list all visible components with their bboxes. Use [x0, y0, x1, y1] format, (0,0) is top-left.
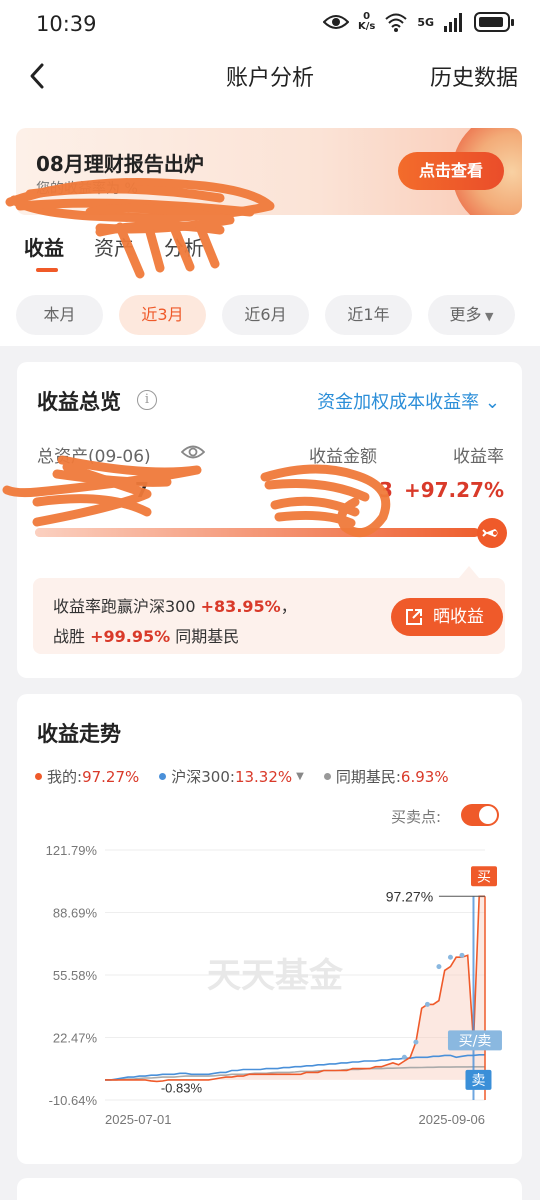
profit-rate-value: +97.27%: [403, 478, 504, 502]
chevron-down-icon: ▼: [481, 310, 494, 323]
compare-index-value: +83.95%: [200, 597, 281, 616]
trade-point: [401, 1054, 407, 1060]
period-3-months[interactable]: 近3月: [119, 295, 206, 335]
buy-marker: 买: [477, 869, 491, 885]
legend-mine-value: 97.27%: [82, 767, 140, 786]
status-time: 10:39: [36, 12, 97, 36]
trade-point: [424, 1001, 430, 1007]
y-tick-label: 88.69%: [53, 906, 98, 921]
rocket-icon: [477, 518, 507, 548]
buy-sell-toggle[interactable]: [461, 804, 499, 826]
legend-hs300[interactable]: 沪深300: 13.32% ▼: [159, 766, 304, 787]
legend-mine: 我的: 97.27%: [35, 766, 139, 787]
next-section-card: [17, 1178, 522, 1200]
max-annotation-label: 97.27%: [386, 888, 433, 904]
y-tick-label: 55.58%: [53, 968, 98, 983]
buy-sell-marker: 买/卖: [459, 1033, 492, 1049]
y-tick-label: 121.79%: [46, 843, 98, 858]
period-6-months[interactable]: 近6月: [222, 295, 309, 335]
netspeed-indicator: 0 K/s: [357, 11, 376, 32]
period-more-label: 更多: [449, 305, 482, 324]
legend-dot: [323, 773, 331, 780]
overview-card: 收益总览 i 资金加权成本收益率 ⌄ 总资产(09-06) 收益金额 收益率 7…: [2, 362, 522, 678]
compare-investors-text: 战胜 +99.95% 同期基民: [53, 627, 240, 646]
progress-fill: [35, 528, 480, 537]
overview-title: 收益总览: [37, 390, 121, 414]
tab-analysis[interactable]: 分析: [164, 232, 204, 272]
chevron-down-icon: ▼: [296, 771, 304, 782]
legend-peers: 同期基民: 6.93%: [323, 766, 449, 787]
min-annotation-label: -0.83%: [161, 1080, 203, 1095]
signal-icon: [444, 13, 462, 32]
share-profit-label: 晒收益: [433, 607, 484, 627]
toggle-knob: [479, 806, 497, 824]
x-tick-label: 2025-07-01: [105, 1112, 172, 1127]
redaction-scribble: [260, 464, 391, 538]
trend-card: 收益走势 我的: 97.27% 沪深300: 13.32% ▼ 同期基民: 6.93% …: [17, 694, 522, 1164]
tab-assets[interactable]: 资产: [94, 232, 134, 272]
share-profit-button[interactable]: 晒收益: [391, 598, 503, 636]
eye-status-icon: [322, 15, 349, 29]
x-tick-label: 2025-09-06: [419, 1112, 486, 1127]
battery-icon: [474, 12, 514, 32]
top-area: 08月理财报告出炉 您的收益率为 % 点击查看 收益 资产 分析 本月 近3月 …: [0, 102, 540, 346]
metric-selector[interactable]: 资金加权成本收益率 ⌄: [317, 388, 500, 414]
profit-amount-label: 收益金额: [309, 447, 377, 467]
period-more[interactable]: 更多 ▼: [428, 295, 515, 335]
compare-box: 收益率跑赢沪深300 +83.95%， 战胜 +99.95% 同期基民 晒收益: [33, 566, 505, 654]
trade-point: [447, 954, 453, 960]
tab-profit[interactable]: 收益: [24, 232, 64, 272]
history-data-link[interactable]: 历史数据: [430, 60, 518, 92]
trade-point: [413, 1039, 419, 1045]
y-tick-label: -10.64%: [49, 1093, 98, 1108]
tab-bar: 收益 资产 分析: [24, 232, 204, 272]
metric-selector-label: 资金加权成本收益率: [317, 392, 480, 413]
profit-rate-label: 收益率: [453, 447, 504, 467]
total-assets-label: 总资产(09-06): [37, 447, 151, 467]
banner-title: 08月理财报告出炉: [36, 152, 204, 176]
info-icon[interactable]: i: [137, 390, 157, 410]
chart-legend: 我的: 97.27% 沪深300: 13.32% ▼ 同期基民: 6.93%: [35, 766, 469, 787]
trend-chart[interactable]: 121.79% 88.69% 55.58% 22.47% -10.64% 2025-07-…: [17, 834, 522, 1134]
buy-sell-points-label: 买卖点:: [391, 808, 442, 826]
watermark: 天天基金: [207, 956, 344, 996]
banner-subtitle: 您的收益率为 %: [36, 181, 138, 197]
period-1-year[interactable]: 近1年: [325, 295, 412, 335]
chevron-down-icon: ⌄: [484, 392, 500, 413]
compare-investors-value: +99.95%: [90, 627, 171, 646]
sell-marker: 卖: [471, 1073, 485, 1089]
share-icon: [406, 609, 422, 625]
profit-progress-bar: [35, 528, 493, 537]
legend-dot: [159, 773, 167, 780]
eye-icon[interactable]: [181, 443, 205, 461]
report-banner[interactable]: 08月理财报告出炉 您的收益率为 % 点击查看: [16, 128, 522, 215]
legend-peers-value: 6.93%: [400, 767, 449, 786]
total-assets-value: 7: [135, 478, 149, 502]
status-bar: 10:39 0 K/s 5G: [0, 0, 540, 50]
compare-index-text: 收益率跑赢沪深300 +83.95%，: [53, 597, 297, 616]
view-report-button[interactable]: 点击查看: [398, 152, 504, 190]
period-this-month[interactable]: 本月: [16, 295, 103, 335]
profit-amount-value: 3: [379, 478, 393, 502]
wifi-icon: [385, 13, 407, 32]
network-type: 5G: [417, 15, 434, 29]
trend-title: 收益走势: [37, 722, 121, 746]
legend-hs300-value: 13.32%: [234, 767, 293, 786]
nav-bar: 账户分析 历史数据: [0, 50, 540, 102]
period-selector: 本月 近3月 近6月 近1年 更多 ▼: [16, 295, 515, 335]
trade-point: [459, 952, 465, 958]
y-tick-label: 22.47%: [53, 1031, 98, 1046]
trade-point: [436, 964, 442, 970]
status-icons: 0 K/s 5G: [322, 11, 514, 32]
redaction-scribble: [2, 455, 202, 527]
legend-dot: [35, 773, 42, 780]
